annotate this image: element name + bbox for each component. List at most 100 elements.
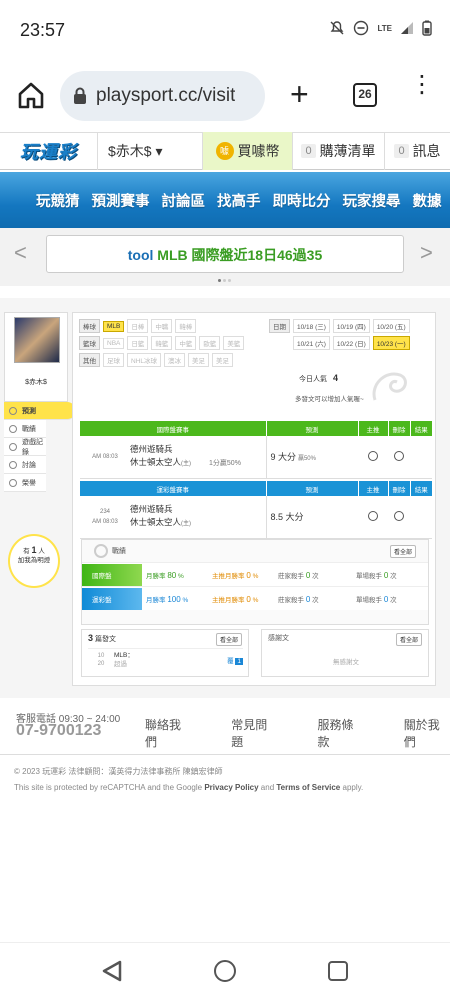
site-top-nav: 玩運彩 $赤木$ ▾ 噱 買噱幣 0 購薄清單 0 訊息	[0, 132, 450, 170]
tab-count-button[interactable]: 26	[353, 83, 377, 107]
menu-item-data[interactable]: 數據	[413, 190, 442, 211]
buy-coin-button[interactable]: 噱 買噱幣	[203, 132, 293, 170]
menu-item-livescore[interactable]: 即時比分	[273, 190, 331, 211]
main-push-radio[interactable]	[368, 450, 378, 461]
record-section: 戰績 看全部 國際盤 月勝率 80 % 主推月勝率 0 % 莊家殺手 0 次 單…	[81, 539, 429, 625]
privacy-link[interactable]: Privacy Policy	[204, 783, 258, 792]
menu-item-forum[interactable]: 討論區	[162, 190, 206, 211]
cart-count: 0	[301, 144, 316, 158]
post-item[interactable]: 10 20 MLB： 超過 覆 1	[88, 648, 243, 670]
sidebar-item-discuss[interactable]: 討論	[4, 456, 46, 474]
cart-link[interactable]: 0 購薄清單	[293, 132, 385, 170]
date-1021[interactable]: 10/21 (六)	[293, 336, 330, 350]
sidebar-item-record[interactable]: 戰績	[4, 420, 46, 438]
light-bulb-badge[interactable]: 有 1 人 加我為明燈	[8, 534, 60, 588]
next-arrow-icon[interactable]: >	[420, 240, 433, 266]
address-bar[interactable]: playsport.cc/visit	[60, 71, 265, 121]
home-team: 休士頓太空人	[130, 456, 182, 467]
main-push-radio-2[interactable]	[368, 510, 378, 521]
site-logo[interactable]: 玩運彩	[0, 132, 98, 170]
league-filter: 棒球 MLB 日棒 中職 韓棒 籃球 NBA 日籃 韓籃 中籃 歐籃 美籃 其他…	[79, 319, 261, 370]
away-team: 德州遊騎兵	[130, 443, 173, 454]
service-phone[interactable]: 07-9700123	[16, 722, 101, 740]
filter-soccer[interactable]: 足球	[103, 353, 124, 367]
lte-label: LTE	[377, 23, 392, 33]
signal-icon	[401, 22, 413, 34]
prev-arrow-icon[interactable]: <	[14, 240, 27, 266]
date-1023[interactable]: 10/23 (一)	[372, 336, 410, 350]
filter-label-basketball: 籃球	[79, 336, 100, 350]
footer-link-contact[interactable]: 聯絡我們	[145, 716, 191, 750]
date-1019[interactable]: 10/19 (四)	[332, 319, 370, 333]
popularity-note: 多發文可以增加人氣喔~	[295, 396, 364, 403]
home-icon[interactable]	[16, 80, 46, 110]
sidebar-item-honor[interactable]: 榮譽	[4, 474, 46, 492]
delete-radio[interactable]	[394, 450, 404, 461]
sidebar-item-predict[interactable]: 預測	[4, 402, 76, 420]
promo-banner: < tool MLB 國際盤近18日46過35 >	[0, 228, 450, 286]
footer-link-faq[interactable]: 常見問題	[231, 716, 277, 750]
avatar	[14, 317, 60, 363]
filter-aus-hockey[interactable]: 澳冰	[164, 353, 186, 367]
delete-radio-2[interactable]	[394, 510, 404, 521]
filter-eurobasket[interactable]: 歐籃	[199, 336, 221, 350]
posts-box: 3 篇發文 看全部 10 20 MLB： 超過 覆 1	[81, 629, 249, 677]
sidebar-item-game-log[interactable]: 遊戲記錄	[4, 438, 46, 456]
col-predict: 預測	[266, 421, 359, 436]
table-row: 234 AM 08:03 德州遊騎兵 休士頓太空人(主) 8.5 大分	[80, 496, 432, 539]
terms-link[interactable]: Terms of Service	[276, 783, 340, 792]
thanks-view-all-button[interactable]: 看全部	[395, 633, 422, 646]
menu-item-search[interactable]: 玩家搜尋	[343, 190, 401, 211]
footer-link-terms[interactable]: 服務條款	[318, 716, 364, 750]
user-menu[interactable]: $赤木$ ▾	[98, 132, 203, 170]
record-view-all-button[interactable]: 看全部	[389, 545, 416, 558]
game-line: 1分贏50%	[209, 459, 241, 467]
url-text: playsport.cc/visit	[96, 85, 236, 106]
col-delete: 刪除	[388, 421, 411, 436]
browser-toolbar: playsport.cc/visit + 26 ⋮	[0, 60, 450, 132]
recent-apps-icon[interactable]	[328, 961, 348, 981]
filter-nba[interactable]: NBA	[103, 337, 125, 349]
filter-ncaaf[interactable]: 美足	[212, 353, 234, 367]
filter-cba[interactable]: 中籃	[175, 336, 197, 350]
filter-npb[interactable]: 日棒	[127, 319, 149, 333]
record-icon	[9, 425, 17, 433]
posts-view-all-button[interactable]: 看全部	[215, 633, 242, 646]
recaptcha-notice: This site is protected by reCAPTCHA and …	[14, 783, 364, 792]
menu-item-experts[interactable]: 找高手	[217, 190, 261, 211]
cart-label: 購薄清單	[319, 143, 376, 159]
date-filter: 日期 10/18 (三) 10/19 (四) 10/20 (五) 10/21 (…	[269, 319, 433, 353]
filter-ncaa[interactable]: 美籃	[223, 336, 245, 350]
date-1018[interactable]: 10/18 (三)	[293, 319, 330, 333]
menu-item-predict[interactable]: 預測賽事	[92, 190, 150, 211]
main-panel: 棒球 MLB 日棒 中職 韓棒 籃球 NBA 日籃 韓籃 中籃 歐籃 美籃 其他…	[72, 312, 436, 686]
filter-nhl[interactable]: NHL冰球	[127, 353, 162, 367]
col-result-2: 結果	[410, 481, 432, 496]
back-icon[interactable]	[100, 959, 124, 983]
filter-nfl[interactable]: 美足	[188, 353, 210, 367]
msg-count: 0	[394, 144, 409, 158]
footer-links: 聯絡我們 常見問題 服務條款 關於我們	[145, 716, 450, 750]
date-1020[interactable]: 10/20 (五)	[372, 319, 410, 333]
new-tab-icon[interactable]: +	[290, 78, 309, 110]
menu-item-guess[interactable]: 玩競猜	[36, 190, 80, 211]
bottom-boxes: 3 篇發文 看全部 10 20 MLB： 超過 覆 1 感謝文 看全部 無感謝文	[81, 629, 429, 681]
honor-icon	[9, 479, 17, 487]
footer-link-about[interactable]: 關於我們	[404, 716, 450, 750]
filter-mlb[interactable]: MLB	[103, 320, 125, 332]
filter-cpbl[interactable]: 中職	[151, 319, 173, 333]
filter-kbl[interactable]: 韓籃	[151, 336, 173, 350]
filter-kbo[interactable]: 韓棒	[175, 319, 197, 333]
system-nav-bar	[0, 942, 450, 1000]
profile-sidebar: $赤木$ 預測 戰績 遊戲記錄 討論 榮譽 有 1 人 加我為明燈	[4, 312, 76, 597]
intl-prediction-table: 國際盤賽事 預測 主推 刪除 結果 AM 08:03 德州遊騎兵 休士頓太空人(…	[80, 421, 432, 479]
filter-jbl[interactable]: 日籃	[127, 336, 149, 350]
date-1022[interactable]: 10/22 (日)	[332, 336, 370, 350]
banner-text[interactable]: tool MLB 國際盤近18日46過35	[46, 235, 404, 273]
messages-link[interactable]: 0 訊息	[385, 132, 450, 170]
more-menu-icon[interactable]: ⋮	[410, 73, 434, 97]
post-category: MLB：	[114, 651, 134, 659]
home-nav-icon[interactable]	[214, 960, 236, 982]
msg-label: 訊息	[412, 143, 441, 159]
col-main: 主推	[358, 421, 389, 436]
